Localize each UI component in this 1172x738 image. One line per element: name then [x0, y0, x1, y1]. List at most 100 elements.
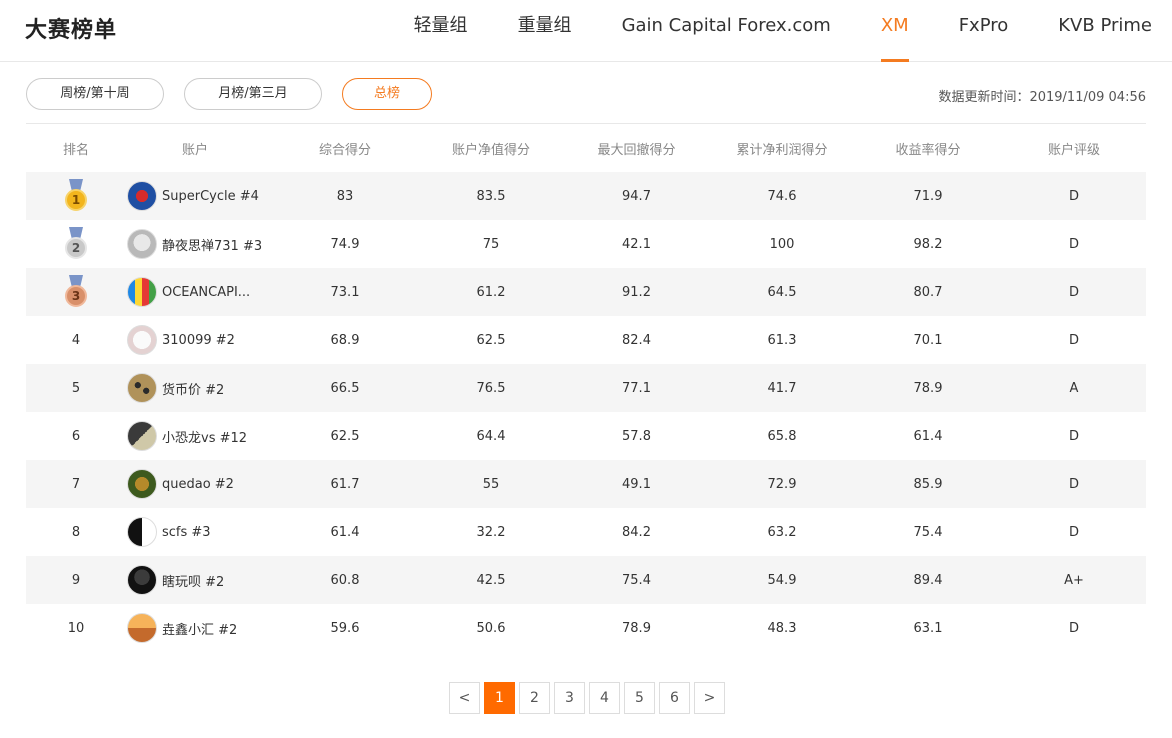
- drawdown-score: 77.1: [622, 380, 651, 396]
- bunny-avatar[interactable]: [127, 325, 157, 355]
- equity-score: 76.5: [476, 380, 506, 396]
- equity-score: 83.5: [476, 188, 506, 204]
- group-tabs: 轻量组 重量组 Gain Capital Forex.com XM FxPro …: [364, 0, 1152, 62]
- prev-page-button[interactable]: <: [449, 682, 480, 714]
- weekly-ranking-button[interactable]: 周榜/第十周: [26, 78, 164, 110]
- column-header-rank: 排名: [62, 142, 89, 158]
- account-name[interactable]: 静夜思禅731 #3: [162, 235, 262, 254]
- page-button-4[interactable]: 4: [589, 682, 620, 714]
- account-name[interactable]: scfs #3: [162, 525, 211, 540]
- rank-cell: 9: [26, 573, 126, 588]
- drawdown-score: 78.9: [622, 620, 651, 636]
- medal-rank: 2: [65, 237, 87, 259]
- dragon-avatar[interactable]: [127, 469, 157, 499]
- tab-light[interactable]: 轻量组: [414, 0, 468, 62]
- leopard-avatar[interactable]: [127, 373, 157, 403]
- page-button-6[interactable]: 6: [659, 682, 690, 714]
- account-name[interactable]: OCEANCAPI...: [162, 285, 250, 300]
- page-button-1[interactable]: 1: [484, 682, 515, 714]
- column-header-equity-score: 账户净值得分: [451, 142, 530, 158]
- tab-xm[interactable]: XM: [880, 0, 909, 62]
- dinosaur-avatar[interactable]: [127, 421, 157, 451]
- profit-score: 63.2: [767, 524, 797, 540]
- table-row: 1 SuperCycle #4 83 83.5 94.7 74.6 71.9 D: [26, 172, 1146, 220]
- total-score: 74.9: [330, 236, 360, 252]
- return-score: 89.4: [913, 572, 943, 588]
- leaderboard-table: 排名 账户 综合得分 账户净值得分 最大回撤得分 累计净利润得分 收益率得分 账…: [26, 124, 1146, 652]
- return-score: 63.1: [913, 620, 943, 636]
- yinyang-avatar[interactable]: [127, 517, 157, 547]
- account-grade: D: [1068, 428, 1079, 444]
- page-button-3[interactable]: 3: [554, 682, 585, 714]
- rank-number: 7: [71, 476, 81, 492]
- account-name[interactable]: 瞎玩呗 #2: [162, 571, 224, 590]
- tab-fxpro[interactable]: FxPro: [959, 0, 1009, 62]
- superman-avatar[interactable]: [127, 181, 157, 211]
- account-name[interactable]: 货币价 #2: [162, 379, 224, 398]
- table-row: 3 OCEANCAPI... 73.1 61.2 91.2 64.5 80.7 D: [26, 268, 1146, 316]
- account-cell[interactable]: 310099 #2: [126, 325, 264, 355]
- profit-score: 41.7: [767, 380, 797, 396]
- total-score: 83: [336, 188, 354, 204]
- medal-rank: 1: [65, 189, 87, 211]
- monthly-ranking-button[interactable]: 月榜/第三月: [184, 78, 322, 110]
- tab-heavy[interactable]: 重量组: [518, 0, 572, 62]
- account-grade: D: [1068, 188, 1079, 204]
- return-score: 80.7: [913, 284, 943, 300]
- tab-kvb-prime[interactable]: KVB Prime: [1058, 0, 1152, 62]
- rank-number: 5: [71, 380, 81, 396]
- account-cell[interactable]: 垚鑫小汇 #2: [126, 613, 264, 643]
- rainbow-avatar[interactable]: [127, 277, 157, 307]
- table-header: 排名 账户 综合得分 账户净值得分 最大回撤得分 累计净利润得分 收益率得分 账…: [26, 124, 1146, 172]
- drawdown-score: 49.1: [622, 476, 651, 492]
- account-grade: A: [1069, 380, 1079, 396]
- equity-score: 64.4: [476, 428, 506, 444]
- table-row: 2 静夜思禅731 #3 74.9 75 42.1 100 98.2 D: [26, 220, 1146, 268]
- profit-score: 65.8: [767, 428, 797, 444]
- account-cell[interactable]: quedao #2: [126, 469, 264, 499]
- equity-score: 55: [482, 476, 500, 492]
- account-cell[interactable]: scfs #3: [126, 517, 264, 547]
- account-name[interactable]: 垚鑫小汇 #2: [162, 619, 237, 638]
- account-cell[interactable]: 小恐龙vs #12: [126, 421, 264, 451]
- header: 大赛榜单 轻量组 重量组 Gain Capital Forex.com XM F…: [0, 0, 1172, 62]
- return-score: 98.2: [913, 236, 943, 252]
- drawdown-score: 82.4: [622, 332, 651, 348]
- account-cell[interactable]: 货币价 #2: [126, 373, 264, 403]
- account-name[interactable]: 小恐龙vs #12: [162, 427, 247, 446]
- table-body: 1 SuperCycle #4 83 83.5 94.7 74.6 71.9 D 2 静夜思禅73…: [26, 172, 1146, 652]
- rank-cell: 3: [26, 275, 126, 309]
- person-avatar[interactable]: [127, 565, 157, 595]
- total-score: 66.5: [330, 380, 360, 396]
- profit-score: 61.3: [767, 332, 797, 348]
- page-button-5[interactable]: 5: [624, 682, 655, 714]
- account-cell[interactable]: SuperCycle #4: [126, 181, 264, 211]
- page-button-2[interactable]: 2: [519, 682, 550, 714]
- account-cell[interactable]: 静夜思禅731 #3: [126, 229, 264, 259]
- silver-medal-icon: 2: [64, 227, 88, 261]
- return-score: 61.4: [913, 428, 943, 444]
- total-score: 61.4: [330, 524, 360, 540]
- equity-score: 42.5: [476, 572, 506, 588]
- rank-cell: 1: [26, 179, 126, 213]
- equity-score: 61.2: [476, 284, 506, 300]
- account-cell[interactable]: OCEANCAPI...: [126, 277, 264, 307]
- account-name[interactable]: quedao #2: [162, 477, 234, 492]
- account-name[interactable]: 310099 #2: [162, 333, 235, 348]
- total-ranking-button[interactable]: 总榜: [342, 78, 432, 110]
- account-cell[interactable]: 瞎玩呗 #2: [126, 565, 264, 595]
- sunset-avatar[interactable]: [127, 613, 157, 643]
- next-page-button[interactable]: >: [694, 682, 725, 714]
- drawdown-score: 91.2: [622, 284, 651, 300]
- rabbit-avatar[interactable]: [127, 229, 157, 259]
- column-header-profit-score: 累计净利润得分: [736, 142, 828, 158]
- tab-gain-capital[interactable]: Gain Capital Forex.com: [622, 0, 831, 62]
- account-name[interactable]: SuperCycle #4: [162, 189, 259, 204]
- equity-score: 62.5: [476, 332, 506, 348]
- profit-score: 74.6: [767, 188, 797, 204]
- profit-score: 48.3: [767, 620, 797, 636]
- table-row: 9 瞎玩呗 #2 60.8 42.5 75.4 54.9 89.4 A+: [26, 556, 1146, 604]
- profit-score: 54.9: [767, 572, 797, 588]
- table-row: 5 货币价 #2 66.5 76.5 77.1 41.7 78.9 A: [26, 364, 1146, 412]
- table-row: 10 垚鑫小汇 #2 59.6 50.6 78.9 48.3 63.1 D: [26, 604, 1146, 652]
